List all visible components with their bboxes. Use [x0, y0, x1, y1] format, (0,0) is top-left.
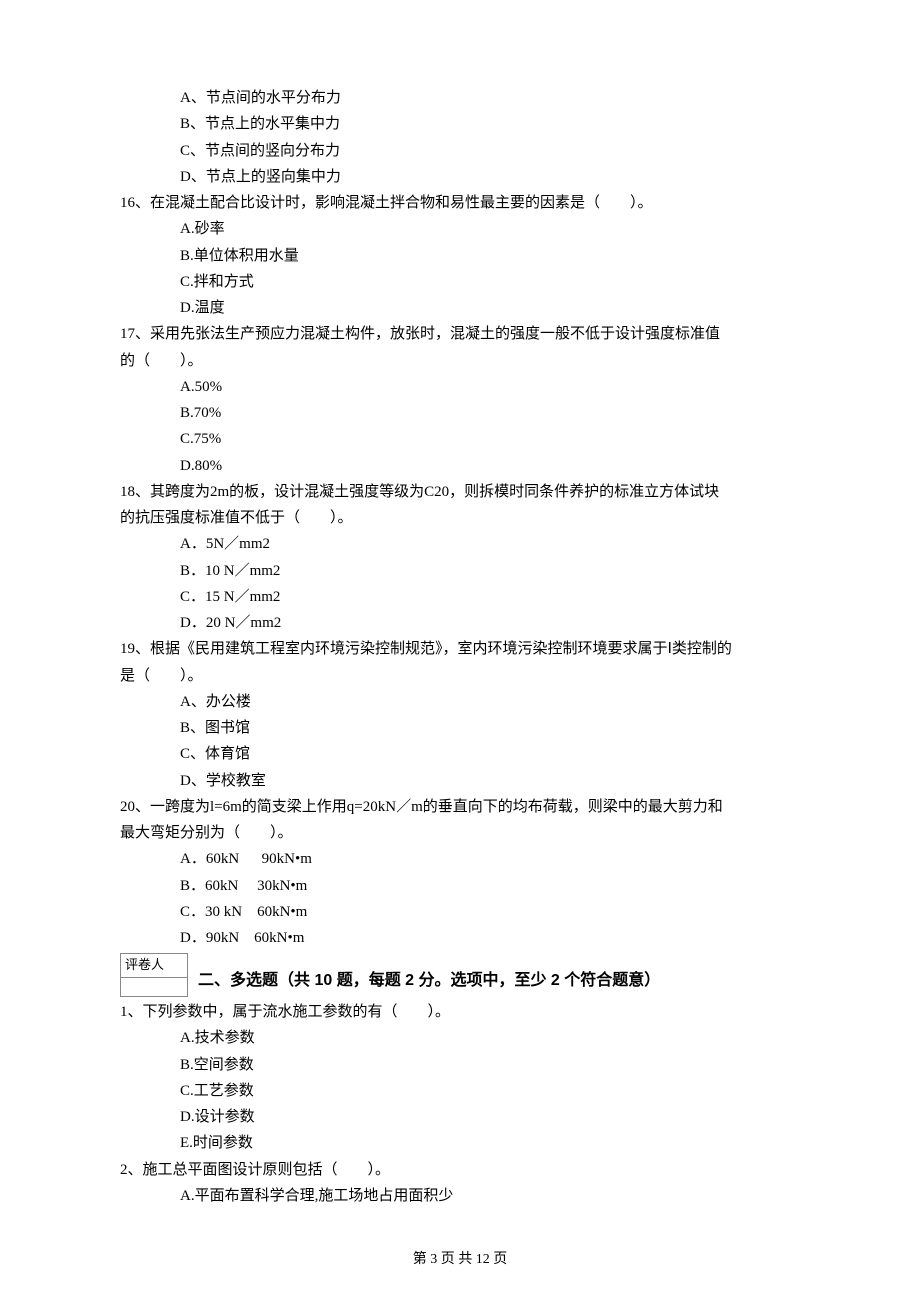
q20-stem-line2: 最大弯矩分别为（ ）。 — [120, 820, 800, 846]
q16-stem: 16、在混凝土配合比设计时，影响混凝土拌合物和易性最主要的因素是（ ）。 — [120, 190, 800, 216]
mq2-stem: 2、施工总平面图设计原则包括（ ）。 — [120, 1157, 800, 1183]
q19-option-d: D、学校教室 — [180, 768, 800, 794]
mq1-option-d: D.设计参数 — [180, 1104, 800, 1130]
q19-stem-line2: 是（ ）。 — [120, 663, 800, 689]
q15-option-d: D、节点上的竖向集中力 — [180, 164, 800, 190]
q18-stem-line1: 18、其跨度为2m的板，设计混凝土强度等级为C20，则拆模时同条件养护的标准立方… — [120, 479, 800, 505]
q17-options: A.50% B.70% C.75% D.80% — [120, 374, 800, 479]
grader-box: 评卷人 — [120, 953, 188, 997]
q15-options: A、节点间的水平分布力 B、节点上的水平集中力 C、节点间的竖向分布力 D、节点… — [120, 85, 800, 190]
q16-option-c: C.拌和方式 — [180, 269, 800, 295]
q20-option-d: D．90kN 60kN•m — [180, 925, 800, 951]
q19-option-b: B、图书馆 — [180, 715, 800, 741]
page-container: A、节点间的水平分布力 B、节点上的水平集中力 C、节点间的竖向分布力 D、节点… — [0, 0, 920, 1302]
section-2-header-row: 评卷人 二、多选题（共 10 题，每题 2 分。选项中，至少 2 个符合题意） — [120, 951, 800, 999]
q17-option-c: C.75% — [180, 426, 800, 452]
q18-option-b: B．10 N／mm2 — [180, 558, 800, 584]
q17-option-d: D.80% — [180, 453, 800, 479]
q17-stem-line1: 17、采用先张法生产预应力混凝土构件，放张时，混凝土的强度一般不低于设计强度标准… — [120, 321, 800, 347]
q15-option-c: C、节点间的竖向分布力 — [180, 138, 800, 164]
q16-option-b: B.单位体积用水量 — [180, 243, 800, 269]
q17-option-b: B.70% — [180, 400, 800, 426]
page-footer: 第 3 页 共 12 页 — [120, 1248, 800, 1273]
mq1-stem: 1、下列参数中，属于流水施工参数的有（ ）。 — [120, 999, 800, 1025]
q18-option-c: C．15 N／mm2 — [180, 584, 800, 610]
mq2-options: A.平面布置科学合理,施工场地占用面积少 — [120, 1183, 800, 1209]
q19-option-a: A、办公楼 — [180, 689, 800, 715]
q15-option-b: B、节点上的水平集中力 — [180, 111, 800, 137]
q18-option-a: A．5N／mm2 — [180, 531, 800, 557]
q19-options: A、办公楼 B、图书馆 C、体育馆 D、学校教室 — [120, 689, 800, 794]
q18-option-d: D．20 N／mm2 — [180, 610, 800, 636]
mq1-option-e: E.时间参数 — [180, 1130, 800, 1156]
grader-label-cell: 评卷人 — [121, 954, 188, 978]
q17-option-a: A.50% — [180, 374, 800, 400]
q18-options: A．5N／mm2 B．10 N／mm2 C．15 N／mm2 D．20 N／mm… — [120, 531, 800, 636]
q20-option-c: C．30 kN 60kN•m — [180, 899, 800, 925]
q20-option-a: A．60kN 90kN•m — [180, 846, 800, 872]
q16-options: A.砂率 B.单位体积用水量 C.拌和方式 D.温度 — [120, 216, 800, 321]
mq1-options: A.技术参数 B.空间参数 C.工艺参数 D.设计参数 E.时间参数 — [120, 1025, 800, 1156]
mq1-option-c: C.工艺参数 — [180, 1078, 800, 1104]
q20-options: A．60kN 90kN•m B．60kN 30kN•m C．30 kN 60kN… — [120, 846, 800, 951]
section-2-title: 二、多选题（共 10 题，每题 2 分。选项中，至少 2 个符合题意） — [198, 967, 660, 999]
mq2-option-a: A.平面布置科学合理,施工场地占用面积少 — [180, 1183, 800, 1209]
q17-stem-line2: 的（ ）。 — [120, 348, 800, 374]
grader-blank-cell — [121, 978, 188, 997]
mq1-option-b: B.空间参数 — [180, 1052, 800, 1078]
q19-stem-line1: 19、根据《民用建筑工程室内环境污染控制规范》，室内环境污染控制环境要求属于Ⅰ类… — [120, 636, 800, 662]
q20-stem-line1: 20、一跨度为l=6m的简支梁上作用q=20kN／m的垂直向下的均布荷载，则梁中… — [120, 794, 800, 820]
q16-option-a: A.砂率 — [180, 216, 800, 242]
q15-option-a: A、节点间的水平分布力 — [180, 85, 800, 111]
mq1-option-a: A.技术参数 — [180, 1025, 800, 1051]
q16-option-d: D.温度 — [180, 295, 800, 321]
q20-option-b: B．60kN 30kN•m — [180, 873, 800, 899]
q18-stem-line2: 的抗压强度标准值不低于（ ）。 — [120, 505, 800, 531]
q19-option-c: C、体育馆 — [180, 741, 800, 767]
